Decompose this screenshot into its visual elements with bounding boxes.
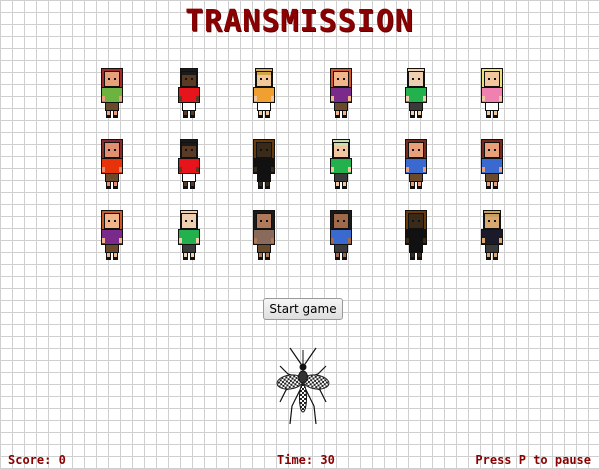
score-display: Score: 0	[8, 453, 66, 467]
person-sprite[interactable]	[327, 137, 355, 191]
person-sprite[interactable]	[250, 208, 278, 262]
timer-display: Time: 30	[277, 453, 335, 467]
person-sprite[interactable]	[175, 137, 203, 191]
person-sprite[interactable]	[327, 208, 355, 262]
start-game-button[interactable]: Start game	[263, 298, 343, 320]
person-sprite[interactable]	[98, 137, 126, 191]
person-sprite[interactable]	[478, 66, 506, 120]
person-sprite[interactable]	[98, 208, 126, 262]
person-sprite[interactable]	[175, 208, 203, 262]
person-sprite[interactable]	[478, 137, 506, 191]
pause-hint: Press P to pause	[475, 453, 591, 467]
person-sprite[interactable]	[402, 208, 430, 262]
person-sprite[interactable]	[402, 66, 430, 120]
person-sprite[interactable]	[478, 208, 506, 262]
person-sprite[interactable]	[327, 66, 355, 120]
mosquito-icon[interactable]	[270, 344, 336, 428]
person-sprite[interactable]	[175, 66, 203, 120]
person-sprite[interactable]	[402, 137, 430, 191]
person-sprite[interactable]	[98, 66, 126, 120]
people-grid	[95, 66, 525, 261]
person-sprite[interactable]	[250, 66, 278, 120]
person-sprite[interactable]	[250, 137, 278, 191]
game-title: TRANSMISSION	[185, 4, 414, 39]
